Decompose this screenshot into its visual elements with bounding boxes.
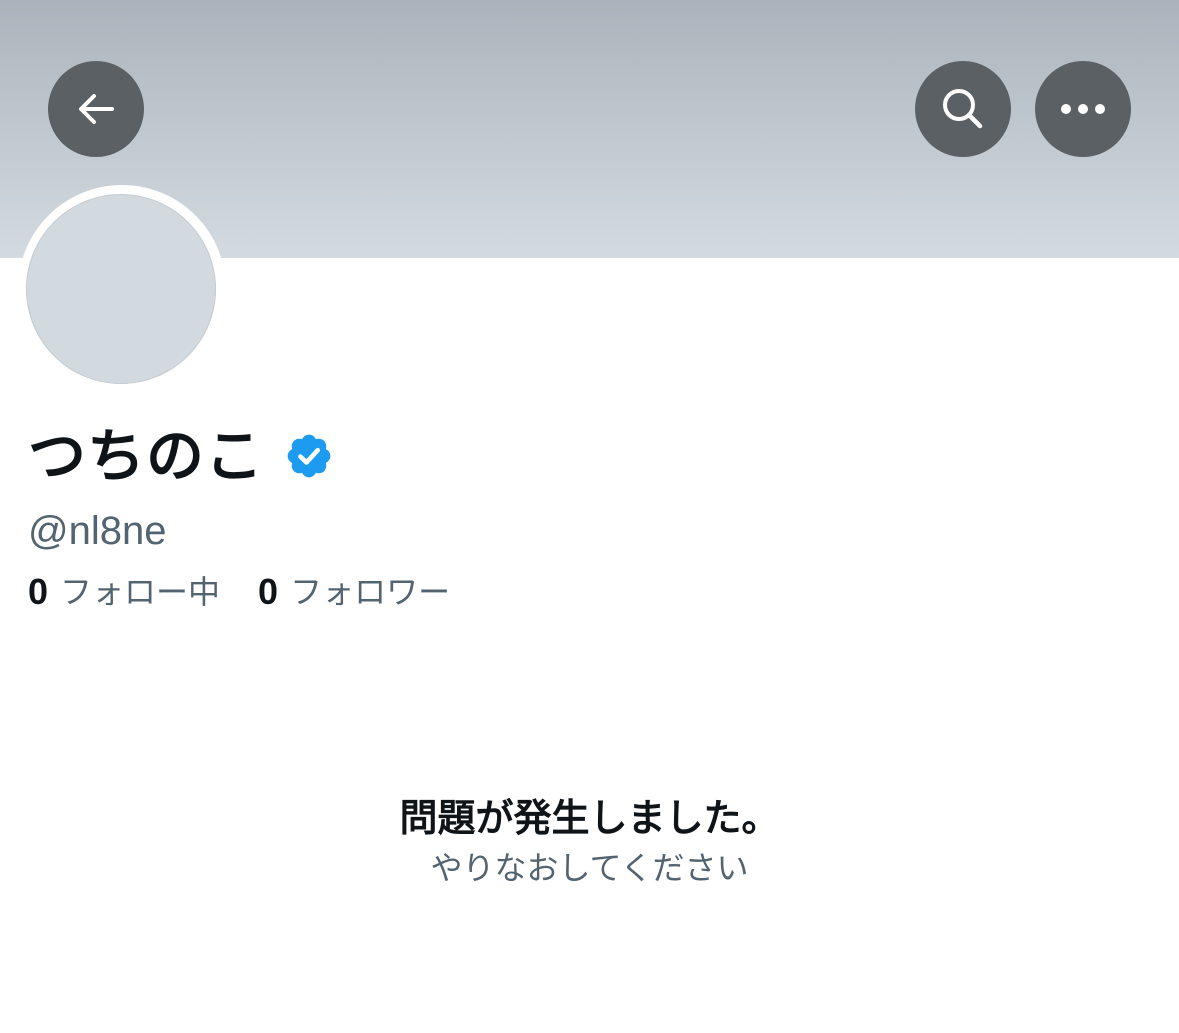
more-options-button[interactable]: [1035, 61, 1131, 157]
more-horizontal-icon: [1061, 104, 1105, 114]
followers-count: 0: [258, 571, 279, 612]
retry-link[interactable]: やりなおしてください: [0, 846, 1179, 890]
back-button[interactable]: [48, 61, 144, 157]
name-row: つちのこ: [28, 420, 334, 492]
error-message: 問題が発生しました。 やりなおしてください: [0, 790, 1179, 890]
avatar[interactable]: [26, 194, 216, 384]
error-title: 問題が発生しました。: [399, 796, 780, 840]
following-link[interactable]: 0 フォロー中: [28, 568, 220, 616]
followers-link[interactable]: 0 フォロワー: [258, 568, 450, 616]
follow-stats: 0 フォロー中 0 フォロワー: [28, 568, 450, 616]
profile-page: つちのこ @nl8ne 0 フォロー中 0 フォロワー 問題が発生しました。 や…: [0, 0, 1179, 1033]
following-count: 0: [28, 571, 49, 612]
user-handle: @nl8ne: [28, 509, 167, 553]
verified-badge-icon[interactable]: [284, 431, 334, 481]
following-label: フォロー中: [60, 573, 221, 611]
followers-label: フォロワー: [290, 573, 451, 611]
display-name: つちのこ: [28, 422, 265, 490]
search-icon: [943, 89, 983, 129]
search-button[interactable]: [915, 61, 1011, 157]
arrow-left-icon: [79, 94, 114, 124]
